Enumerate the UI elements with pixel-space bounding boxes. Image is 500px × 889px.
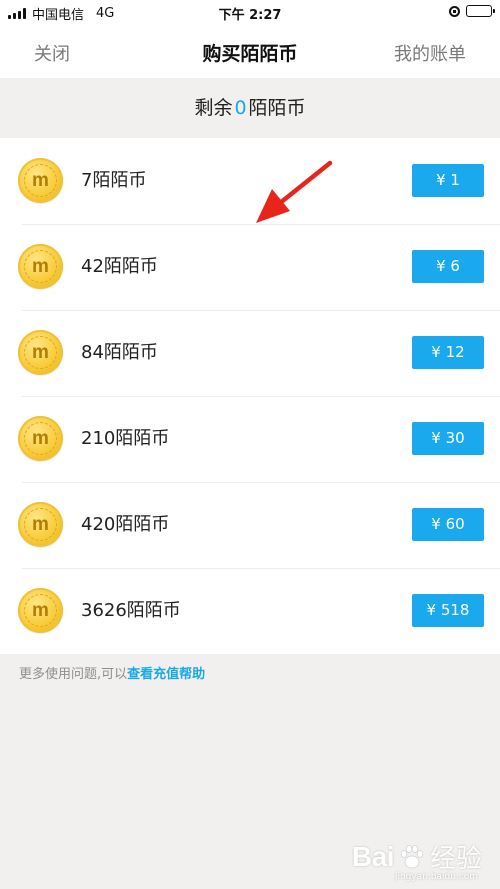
rotation-lock-icon (449, 5, 460, 17)
package-row[interactable]: m 210陌陌币 ¥ 30 (0, 396, 500, 482)
help-label: 更多使用问题,可以 (19, 667, 128, 682)
watermark-brand: Bai (351, 840, 395, 872)
status-bar: 中国电信 4G 下午 2:27 (0, 0, 500, 26)
red-arrow-annotation (256, 160, 333, 223)
balance-suffix: 陌陌币 (248, 97, 306, 119)
package-row[interactable]: m 84陌陌币 ¥ 12 (0, 310, 500, 396)
status-right (449, 5, 495, 17)
coin-icon: m (18, 416, 63, 461)
coin-icon: m (18, 588, 63, 633)
package-amount: 420陌陌币 (81, 514, 170, 535)
battery-icon (466, 5, 495, 17)
coin-letter: m (24, 594, 57, 627)
coin-icon: m (18, 158, 63, 203)
balance-value: 0 (234, 97, 247, 119)
package-row[interactable]: m 420陌陌币 ¥ 60 (0, 482, 500, 568)
package-amount: 42陌陌币 (81, 256, 158, 277)
watermark-sub: 经验 (429, 844, 482, 874)
coin-letter: m (24, 250, 57, 283)
buy-price-button[interactable]: ¥ 30 (412, 422, 484, 455)
watermark-url: jingyan.baidu.com (394, 872, 478, 882)
coin-icon: m (18, 502, 63, 547)
package-row[interactable]: m 3626陌陌币 ¥ 518 (0, 568, 500, 654)
nav-bar: 关闭 购买陌陌币 我的账单 (0, 26, 500, 78)
coin-letter: m (24, 164, 57, 197)
package-amount: 7陌陌币 (81, 170, 147, 191)
coin-icon: m (18, 330, 63, 375)
recharge-help-link[interactable]: 查看充值帮助 (127, 667, 205, 682)
package-amount: 3626陌陌币 (81, 600, 181, 621)
coin-icon: m (18, 244, 63, 289)
baidu-watermark: Bai 经验 (352, 838, 482, 875)
balance-prefix: 剩余 (194, 97, 233, 119)
package-amount: 84陌陌币 (81, 342, 158, 363)
coin-letter: m (24, 422, 57, 455)
package-row[interactable]: m 42陌陌币 ¥ 6 (0, 224, 500, 310)
help-text: 更多使用问题,可以查看充值帮助 (19, 663, 205, 682)
status-time: 下午 2:27 (218, 8, 282, 23)
my-bill-button[interactable]: 我的账单 (394, 40, 466, 66)
coin-letter: m (24, 508, 57, 541)
coin-letter: m (24, 336, 57, 369)
package-amount: 210陌陌币 (81, 428, 170, 449)
paw-icon (400, 844, 424, 868)
buy-price-button[interactable]: ¥ 1 (412, 164, 484, 197)
buy-price-button[interactable]: ¥ 6 (412, 250, 484, 283)
balance-banner: 剩余 0 陌陌币 (0, 78, 500, 138)
buy-price-button[interactable]: ¥ 60 (412, 508, 484, 541)
buy-price-button[interactable]: ¥ 518 (412, 594, 484, 627)
buy-price-button[interactable]: ¥ 12 (412, 336, 484, 369)
